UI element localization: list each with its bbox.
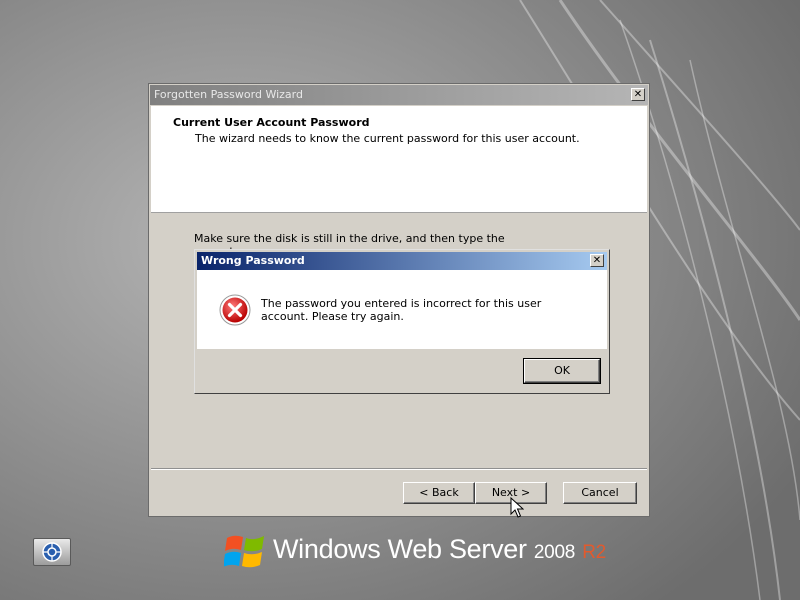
- brand-version: 2008: [533, 542, 575, 563]
- wizard-step-title: Current User Account Password: [173, 116, 370, 129]
- back-button[interactable]: < Back: [403, 482, 475, 504]
- wizard-title: Forgotten Password Wizard: [154, 88, 303, 101]
- ease-of-access-button[interactable]: [33, 538, 71, 566]
- dialog-titlebar[interactable]: Wrong Password ✕: [197, 252, 607, 270]
- ease-of-access-icon: [42, 542, 62, 562]
- wrong-password-dialog: Wrong Password ✕ The password you entere…: [194, 249, 610, 394]
- windows-logo-icon: [224, 535, 264, 568]
- windows-branding: Windows Web Server 2008 R2: [224, 528, 606, 574]
- brand-windows: Windows: [273, 534, 381, 564]
- brand-edition: Web Server: [387, 534, 527, 564]
- close-icon: ✕: [592, 255, 602, 266]
- wizard-titlebar[interactable]: Forgotten Password Wizard ✕: [150, 85, 648, 105]
- brand-release: R2: [582, 542, 606, 563]
- wizard-header-panel: Current User Account Password The wizard…: [151, 106, 647, 213]
- close-icon: ✕: [633, 89, 643, 100]
- dialog-title: Wrong Password: [201, 254, 305, 267]
- cancel-button[interactable]: Cancel: [563, 482, 637, 504]
- ok-button[interactable]: OK: [523, 358, 601, 384]
- dialog-message-area: The password you entered is incorrect fo…: [197, 270, 607, 349]
- wizard-button-separator: [151, 468, 647, 470]
- error-icon: [219, 294, 251, 326]
- dialog-close-button[interactable]: ✕: [590, 254, 604, 267]
- product-name: Windows Web Server 2008 R2: [273, 534, 606, 565]
- wizard-step-subtitle: The wizard needs to know the current pas…: [195, 132, 580, 145]
- wizard-close-button[interactable]: ✕: [631, 88, 645, 101]
- mouse-cursor-icon: [510, 497, 524, 518]
- dialog-message: The password you entered is incorrect fo…: [261, 297, 542, 323]
